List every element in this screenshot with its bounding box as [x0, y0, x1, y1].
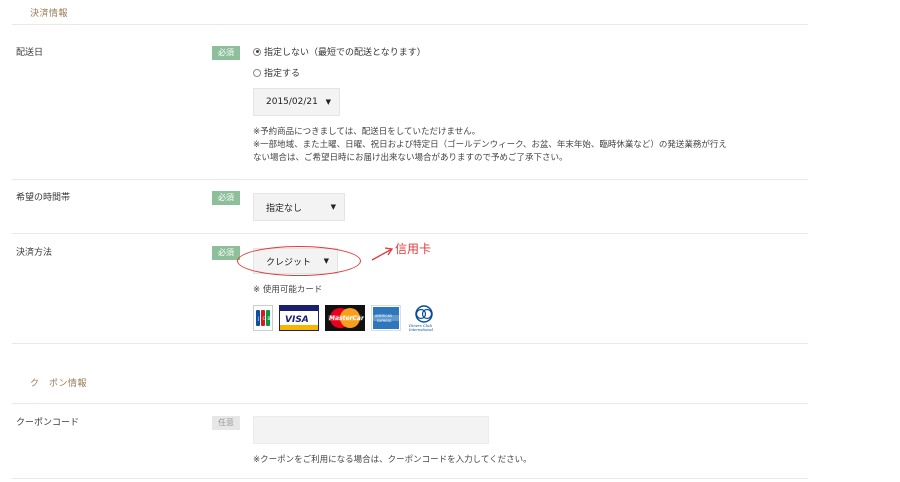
svg-text:J: J: [257, 316, 259, 321]
row-divider: [12, 478, 808, 479]
required-badge: 必須: [212, 246, 240, 260]
annotation-arrow-icon: [371, 247, 394, 261]
radio-unspecified-date[interactable]: 指定しない（最短での配送となります）: [253, 45, 426, 58]
radio-specify-label: 指定する: [264, 69, 301, 79]
svg-text:MasterCard: MasterCard: [329, 315, 364, 322]
amex-card-icon: AMERICAN EXPRESS: [371, 305, 401, 331]
row-divider: [12, 179, 808, 180]
delivery-date-select[interactable]: 2015/02/21 ▼: [253, 88, 340, 116]
optional-badge: 任意: [212, 416, 240, 430]
dropdown-arrow-icon: ▼: [325, 98, 331, 106]
mastercard-card-icon: MasterCard: [325, 305, 365, 331]
note-line: ※予約商品につきましては、配送日をしていただけません。: [253, 127, 481, 137]
card-logos: J C B VISA MasterCard: [253, 305, 441, 331]
payment-info-section-title: 決済情報: [30, 9, 69, 19]
coupon-code-input[interactable]: [253, 416, 489, 444]
visa-card-icon: VISA: [279, 305, 319, 331]
jcb-card-icon: J C B: [253, 305, 273, 331]
delivery-time-value: 指定なし: [266, 203, 303, 214]
annotation-ellipse: [237, 246, 361, 276]
dropdown-arrow-icon: ▼: [330, 203, 336, 211]
required-badge: 必須: [212, 191, 240, 205]
radio-unchecked-icon[interactable]: [253, 68, 261, 77]
svg-text:AMERICAN: AMERICAN: [375, 314, 393, 318]
radio-specify-date[interactable]: 指定する: [253, 66, 300, 79]
svg-text:C: C: [263, 316, 266, 321]
section-divider: [12, 24, 808, 25]
delivery-date-value: 2015/02/21: [266, 97, 318, 107]
coupon-code-label: クーポンコード: [16, 418, 80, 428]
svg-text:EXPRESS: EXPRESS: [377, 319, 391, 323]
required-badge: 必須: [212, 46, 240, 60]
radio-unspecified-label: 指定しない（最短での配送となります）: [264, 48, 426, 58]
delivery-time-label: 希望の時間帯: [16, 193, 71, 203]
delivery-time-select[interactable]: 指定なし ▼: [253, 193, 345, 221]
diners-card-icon: Diners Club International: [407, 305, 441, 331]
payment-method-label: 決済方法: [16, 248, 53, 258]
svg-text:International: International: [408, 328, 433, 331]
note-line: ※一部地域、また土曜、日曜、祝日および特定日（ゴールデンウィーク、お盆、年末年始…: [253, 140, 727, 150]
svg-text:B: B: [268, 316, 271, 321]
coupon-note: ※クーポンをご利用になる場合は、クーポンコードを入力してください。: [253, 455, 532, 465]
checkout-form: 決済情報 配送日 必須 指定しない（最短での配送となります） 指定する 2015…: [0, 0, 900, 482]
note-line: ない場合は、ご希望日時にお届け出来ない場合がありますので予めご了承下さい。: [253, 153, 568, 163]
row-divider: [12, 233, 808, 234]
delivery-date-label: 配送日: [16, 48, 44, 58]
radio-checked-icon[interactable]: [253, 47, 261, 56]
row-divider: [12, 343, 808, 344]
delivery-date-notes: ※予約商品につきましては、配送日をしていただけません。 ※一部地域、また土曜、日…: [253, 126, 813, 165]
section-divider: [12, 403, 808, 404]
cards-note: ※ 使用可能カード: [253, 285, 323, 295]
coupon-info-section-title: ク ポン情報: [30, 379, 88, 389]
annotation-text: 信用卡: [395, 242, 432, 256]
svg-text:VISA: VISA: [285, 315, 309, 325]
